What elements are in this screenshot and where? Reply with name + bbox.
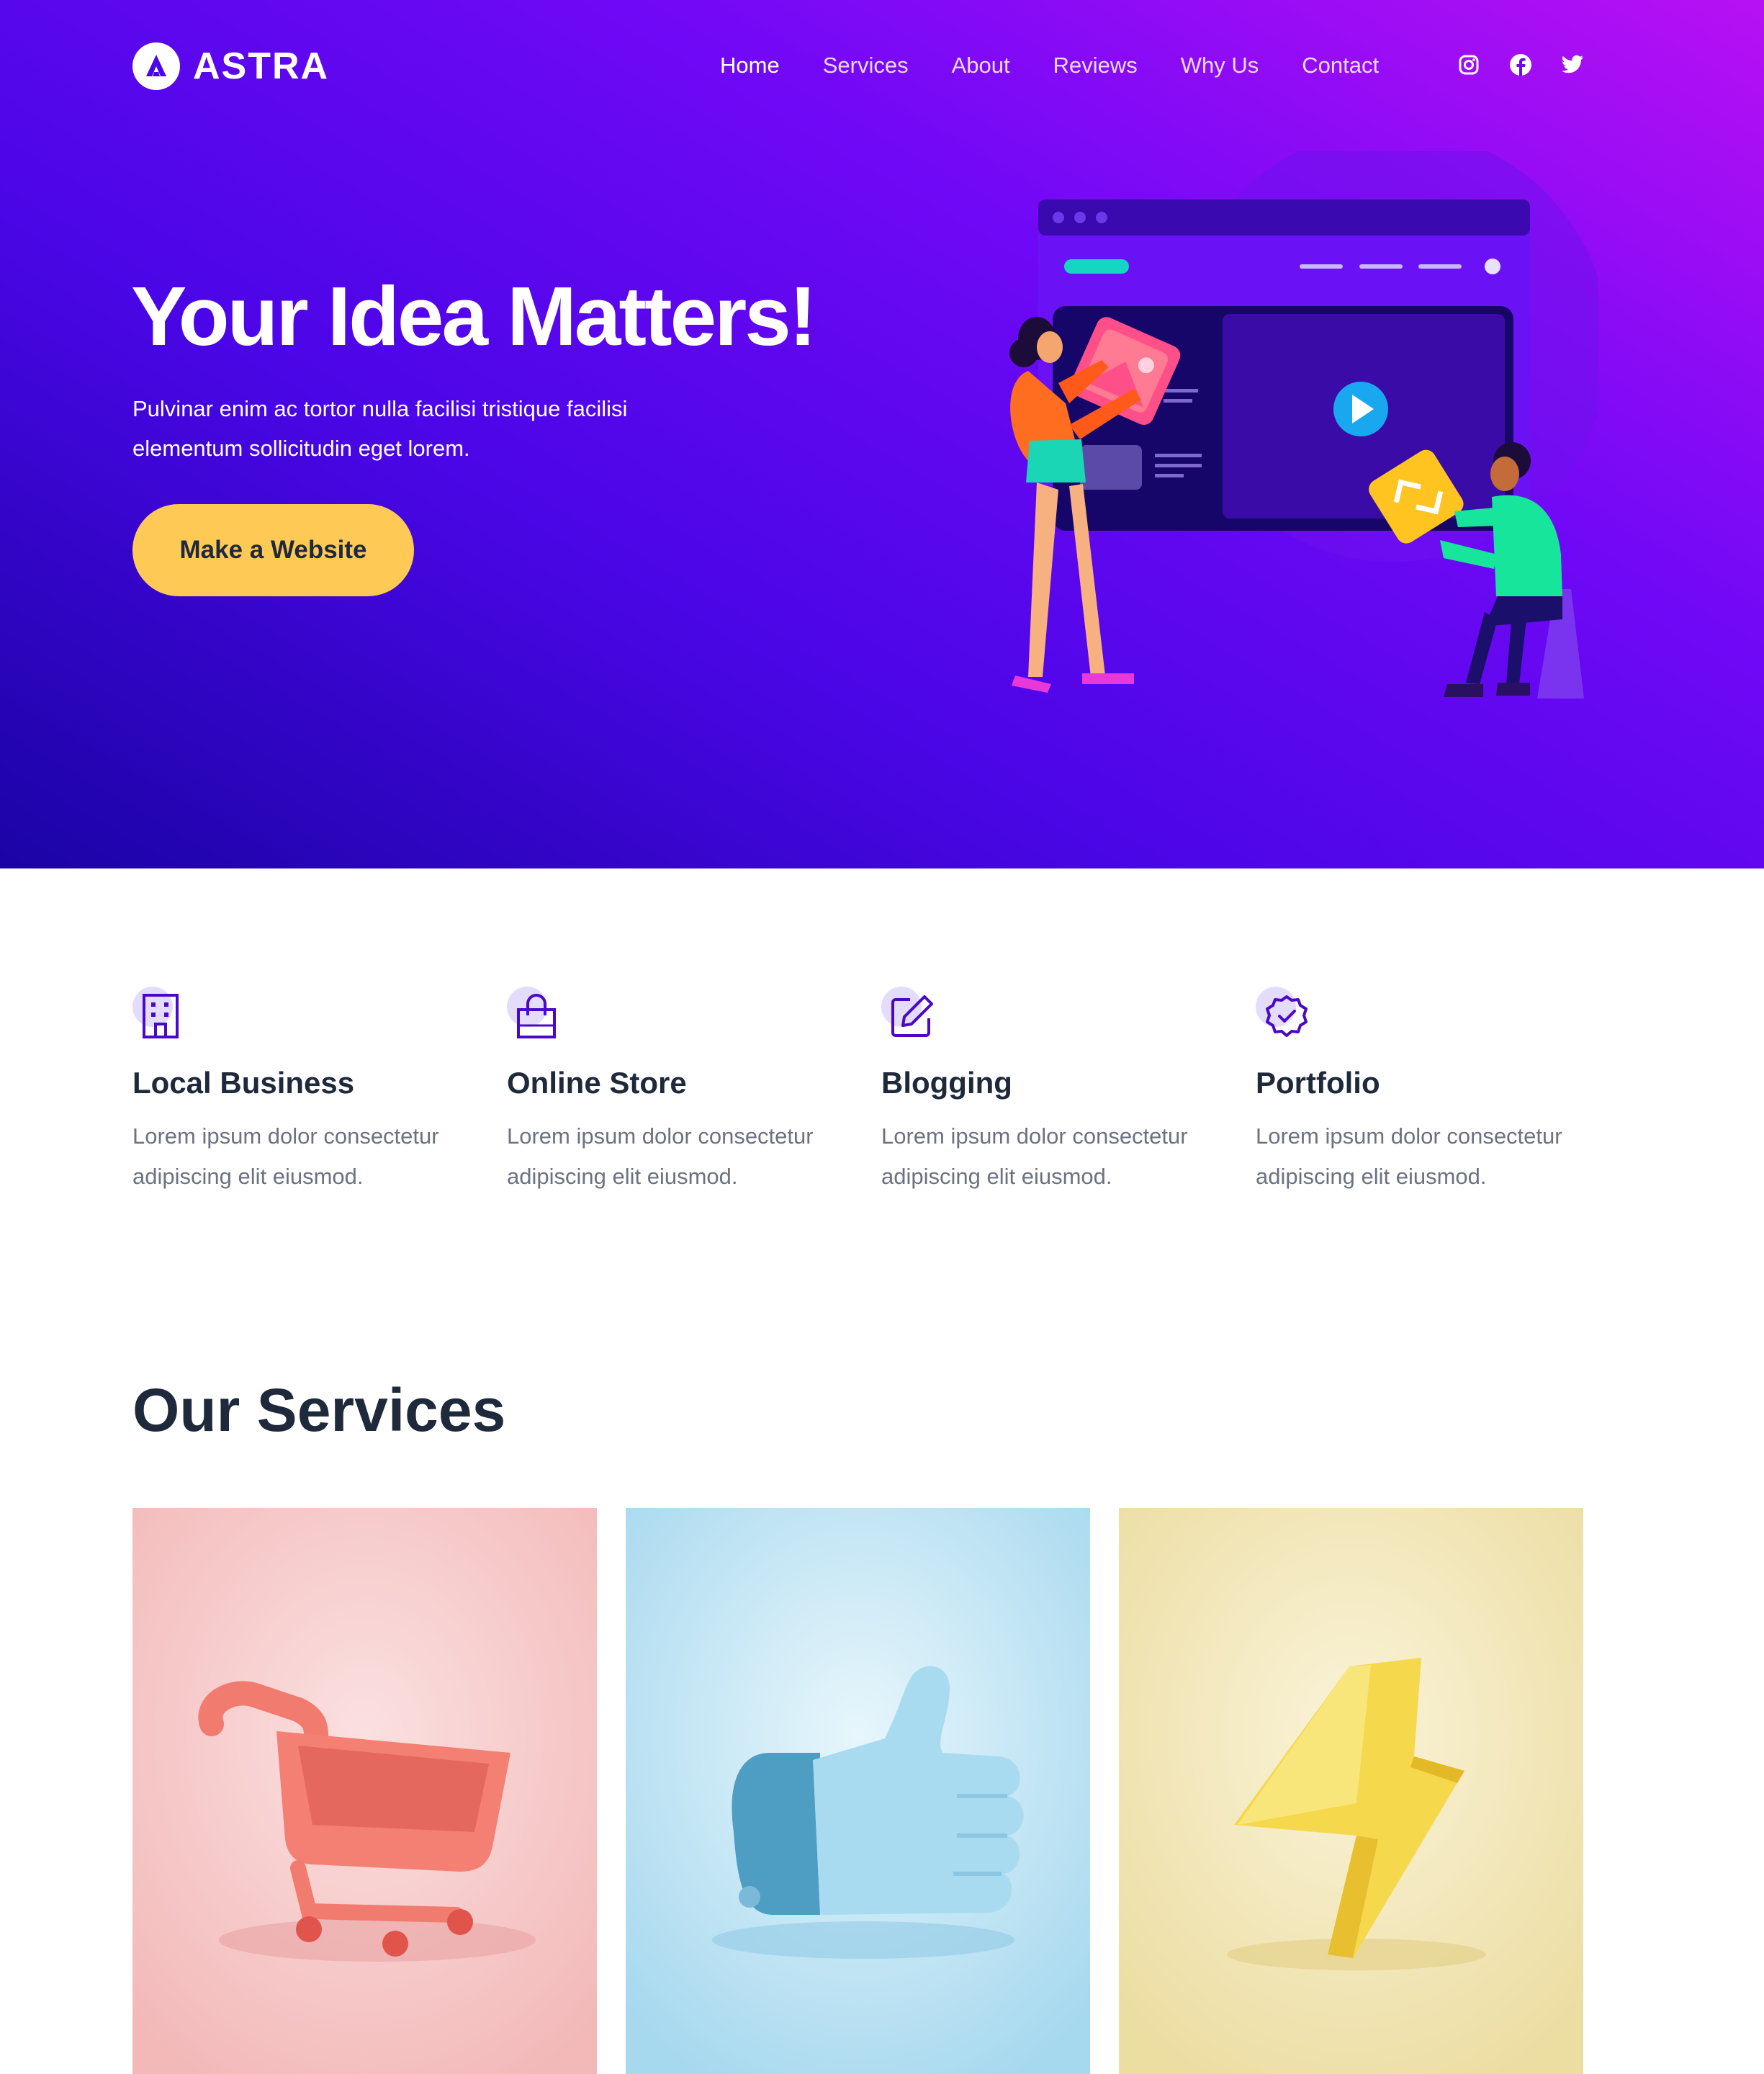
feature-title: Local Business bbox=[132, 1066, 355, 1100]
nav-item-about[interactable]: About bbox=[952, 53, 1010, 78]
nav-item-why-us[interactable]: Why Us bbox=[1181, 53, 1259, 78]
hero-title: Your Idea Matters! bbox=[131, 269, 816, 363]
feature-text: Lorem ipsum dolor consectetur adipiscing… bbox=[881, 1123, 1188, 1189]
shopping-cart-3d-image bbox=[132, 1508, 597, 2074]
badge-check-icon bbox=[1266, 995, 1308, 1037]
facebook-icon[interactable] bbox=[1506, 50, 1535, 79]
building-icon bbox=[143, 994, 179, 1038]
shopping-bag-icon bbox=[517, 994, 556, 1038]
feature-online-store: Online Store Lorem ipsum dolor consectet… bbox=[507, 987, 845, 1189]
feature-text: Lorem ipsum dolor consectetur adipiscing… bbox=[132, 1123, 439, 1189]
twitter-icon[interactable] bbox=[1558, 50, 1587, 79]
feature-blogging: Blogging Lorem ipsum dolor consectetur a… bbox=[881, 987, 1220, 1189]
services-title: Our Services bbox=[132, 1376, 506, 1444]
hero-illustration bbox=[950, 130, 1609, 713]
nav-item-reviews[interactable]: Reviews bbox=[1053, 53, 1138, 78]
lightning-bolt-3d-image bbox=[1119, 1508, 1583, 2074]
hero-subtitle: Pulvinar enim ac tortor nulla facilisi t… bbox=[132, 396, 628, 461]
service-card-thumbs-up[interactable] bbox=[626, 1508, 1090, 2074]
social-links bbox=[1454, 50, 1610, 79]
nav-item-home[interactable]: Home bbox=[720, 53, 780, 78]
feature-portfolio: Portfolio Lorem ipsum dolor consectetur … bbox=[1256, 987, 1594, 1189]
brand[interactable]: ASTRA bbox=[132, 42, 329, 91]
nav-item-contact[interactable]: Contact bbox=[1302, 53, 1379, 78]
instagram-icon[interactable] bbox=[1454, 50, 1483, 79]
make-website-button[interactable]: Make a Website bbox=[132, 504, 414, 596]
service-card-lightning[interactable] bbox=[1119, 1508, 1583, 2074]
main-nav: Home Services About Reviews Why Us Conta… bbox=[720, 48, 1422, 84]
feature-title: Online Store bbox=[507, 1066, 687, 1100]
feature-title: Portfolio bbox=[1256, 1066, 1380, 1100]
hero-section: ASTRA Home Services About Reviews Why Us… bbox=[0, 0, 1764, 868]
feature-text: Lorem ipsum dolor consectetur adipiscing… bbox=[1256, 1123, 1562, 1189]
feature-title: Blogging bbox=[881, 1066, 1012, 1100]
astra-logo-icon[interactable] bbox=[132, 42, 180, 90]
edit-icon bbox=[891, 995, 933, 1037]
feature-local-business: Local Business Lorem ipsum dolor consect… bbox=[132, 987, 471, 1189]
nav-item-services[interactable]: Services bbox=[823, 53, 909, 78]
thumbs-up-3d-image bbox=[626, 1508, 1090, 2074]
service-card-shopping[interactable] bbox=[132, 1508, 597, 2074]
feature-text: Lorem ipsum dolor consectetur adipiscing… bbox=[507, 1123, 814, 1189]
brand-name[interactable]: ASTRA bbox=[193, 45, 329, 88]
